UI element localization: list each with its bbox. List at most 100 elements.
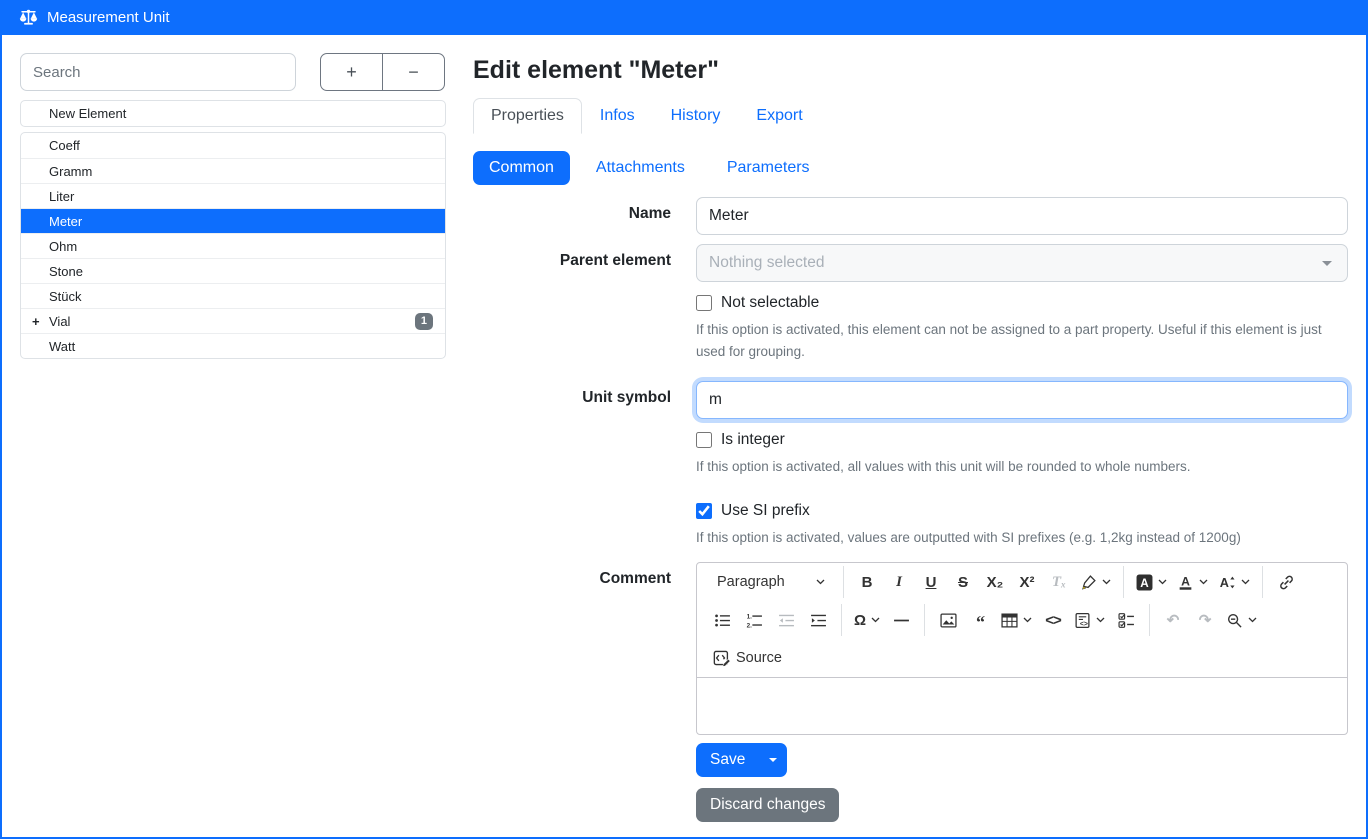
svg-text:A: A: [1140, 577, 1149, 590]
use-si-prefix-checkbox[interactable]: [696, 503, 712, 519]
horizontal-line-button[interactable]: [886, 605, 916, 635]
font-size-button[interactable]: A: [1214, 567, 1254, 597]
todo-list-icon: [1118, 612, 1135, 629]
sidebar-item-watt[interactable]: Watt: [21, 333, 445, 358]
svg-text:A: A: [1220, 576, 1229, 590]
toolbar-separator: [1149, 604, 1150, 636]
toolbar-separator: [1262, 566, 1263, 598]
is-integer-checkbox[interactable]: [696, 432, 712, 448]
highlight-icon: [1080, 574, 1097, 591]
subtab-parameters[interactable]: Parameters: [711, 151, 826, 185]
discard-changes-button[interactable]: Discard changes: [696, 788, 839, 822]
numbered-list-button[interactable]: 1.2.: [739, 605, 769, 635]
not-selectable-label[interactable]: Not selectable: [721, 294, 819, 312]
tab-infos[interactable]: Infos: [582, 98, 653, 134]
tab-properties[interactable]: Properties: [473, 98, 582, 134]
source-icon: [713, 649, 731, 667]
font-color-button[interactable]: A: [1173, 567, 1212, 597]
name-input[interactable]: [696, 197, 1348, 235]
sidebar-item-liter[interactable]: Liter: [21, 183, 445, 208]
insert-image-icon: [940, 612, 957, 629]
insert-image-button[interactable]: [933, 605, 963, 635]
insert-table-icon: [1001, 612, 1018, 629]
parent-element-label: Parent element: [473, 244, 671, 282]
special-characters-button[interactable]: Ω: [850, 605, 884, 635]
unit-symbol-input[interactable]: [696, 381, 1348, 419]
remove-format-button[interactable]: Tₓ: [1044, 567, 1074, 597]
underline-glyph: U: [926, 574, 937, 591]
tab-history[interactable]: History: [653, 98, 739, 134]
parent-element-value: Nothing selected: [709, 254, 824, 272]
sidebar-item-st-ck[interactable]: Stück: [21, 283, 445, 308]
unit-symbol-label: Unit symbol: [473, 381, 671, 419]
underline-button[interactable]: U: [916, 567, 946, 597]
bold-button[interactable]: B: [852, 567, 882, 597]
is-integer-label[interactable]: Is integer: [721, 431, 785, 449]
italic-glyph: I: [896, 574, 902, 591]
element-tree: Coeff GrammLiterMeterOhmStoneStück + Vial 1 W…: [20, 132, 446, 359]
expand-plus-icon[interactable]: +: [32, 314, 40, 329]
sidebar: + − New Element CoeffGrammLiterMeterOhmS…: [20, 53, 446, 837]
font-color-icon: A: [1177, 574, 1194, 591]
sidebar-item-stone[interactable]: Stone: [21, 258, 445, 283]
remove-element-button[interactable]: −: [382, 53, 445, 91]
redo-button[interactable]: ↷: [1190, 605, 1220, 635]
subtab-attachments[interactable]: Attachments: [580, 151, 701, 185]
find-replace-button[interactable]: [1222, 605, 1261, 635]
sidebar-item-coeff[interactable]: Coeff: [21, 133, 445, 158]
chevron-down-icon: [1241, 579, 1250, 585]
save-dropdown-toggle[interactable]: [759, 743, 787, 777]
sidebar-item-vial[interactable]: + Vial 1: [21, 308, 445, 333]
bulleted-list-button[interactable]: [707, 605, 737, 635]
heading-dropdown[interactable]: Paragraph: [707, 567, 835, 597]
use-si-prefix-label[interactable]: Use SI prefix: [721, 502, 810, 520]
editor-content-area[interactable]: [697, 677, 1347, 734]
tab-export[interactable]: Export: [738, 98, 820, 134]
indent-button[interactable]: [803, 605, 833, 635]
highlight-button[interactable]: [1076, 567, 1115, 597]
horizontal-line-icon: [893, 612, 910, 629]
toolbar-separator: [841, 604, 842, 636]
save-button[interactable]: Save: [696, 743, 759, 777]
top-navbar: Measurement Unit: [0, 0, 1368, 35]
editor-toolbar: Paragraph BI US X₂ X²Tₓ A A A 1.2. Ω “ <><> ↶↷ Source: [697, 563, 1347, 677]
todo-list-button[interactable]: [1111, 605, 1141, 635]
block-quote-button[interactable]: “: [965, 605, 995, 635]
source-button[interactable]: Source: [707, 643, 788, 673]
link-icon: [1278, 574, 1295, 591]
code-block-button[interactable]: <>: [1070, 605, 1109, 635]
not-selectable-checkbox[interactable]: [696, 295, 712, 311]
subscript-button[interactable]: X₂: [980, 567, 1010, 597]
count-badge: 1: [415, 313, 433, 330]
chevron-down-icon: [1199, 579, 1208, 585]
search-input[interactable]: [20, 53, 296, 91]
subtab-common[interactable]: Common: [473, 151, 570, 185]
sidebar-item-meter[interactable]: Meter: [21, 208, 445, 233]
font-background-color-button[interactable]: A: [1132, 567, 1171, 597]
add-element-button[interactable]: +: [320, 53, 383, 91]
sidebar-item-label: Coeff: [49, 138, 80, 153]
code-button[interactable]: <>: [1038, 605, 1068, 635]
outdent-button[interactable]: [771, 605, 801, 635]
undo-button[interactable]: ↶: [1158, 605, 1188, 635]
subscript-glyph: X₂: [987, 574, 1004, 591]
superscript-button[interactable]: X²: [1012, 567, 1042, 597]
link-button[interactable]: [1271, 567, 1301, 597]
outdent-icon: [778, 612, 795, 629]
svg-text:1.: 1.: [746, 613, 752, 620]
chevron-down-icon: [769, 758, 777, 762]
sidebar-item-new-element[interactable]: New Element: [21, 101, 445, 126]
chevron-down-icon: [816, 579, 825, 585]
insert-table-button[interactable]: [997, 605, 1036, 635]
toolbar-separator: [924, 604, 925, 636]
numbered-list-icon: 1.2.: [746, 612, 763, 629]
sidebar-item-gramm[interactable]: Gramm: [21, 158, 445, 183]
special-characters-glyph: Ω: [854, 612, 866, 629]
strikethrough-button[interactable]: S: [948, 567, 978, 597]
italic-button[interactable]: I: [884, 567, 914, 597]
source-button-label: Source: [736, 650, 782, 666]
sidebar-item-ohm[interactable]: Ohm: [21, 233, 445, 258]
sidebar-item-label: Watt: [49, 339, 75, 354]
parent-element-select[interactable]: Nothing selected: [696, 244, 1348, 282]
sidebar-item-label: Vial: [49, 314, 70, 329]
